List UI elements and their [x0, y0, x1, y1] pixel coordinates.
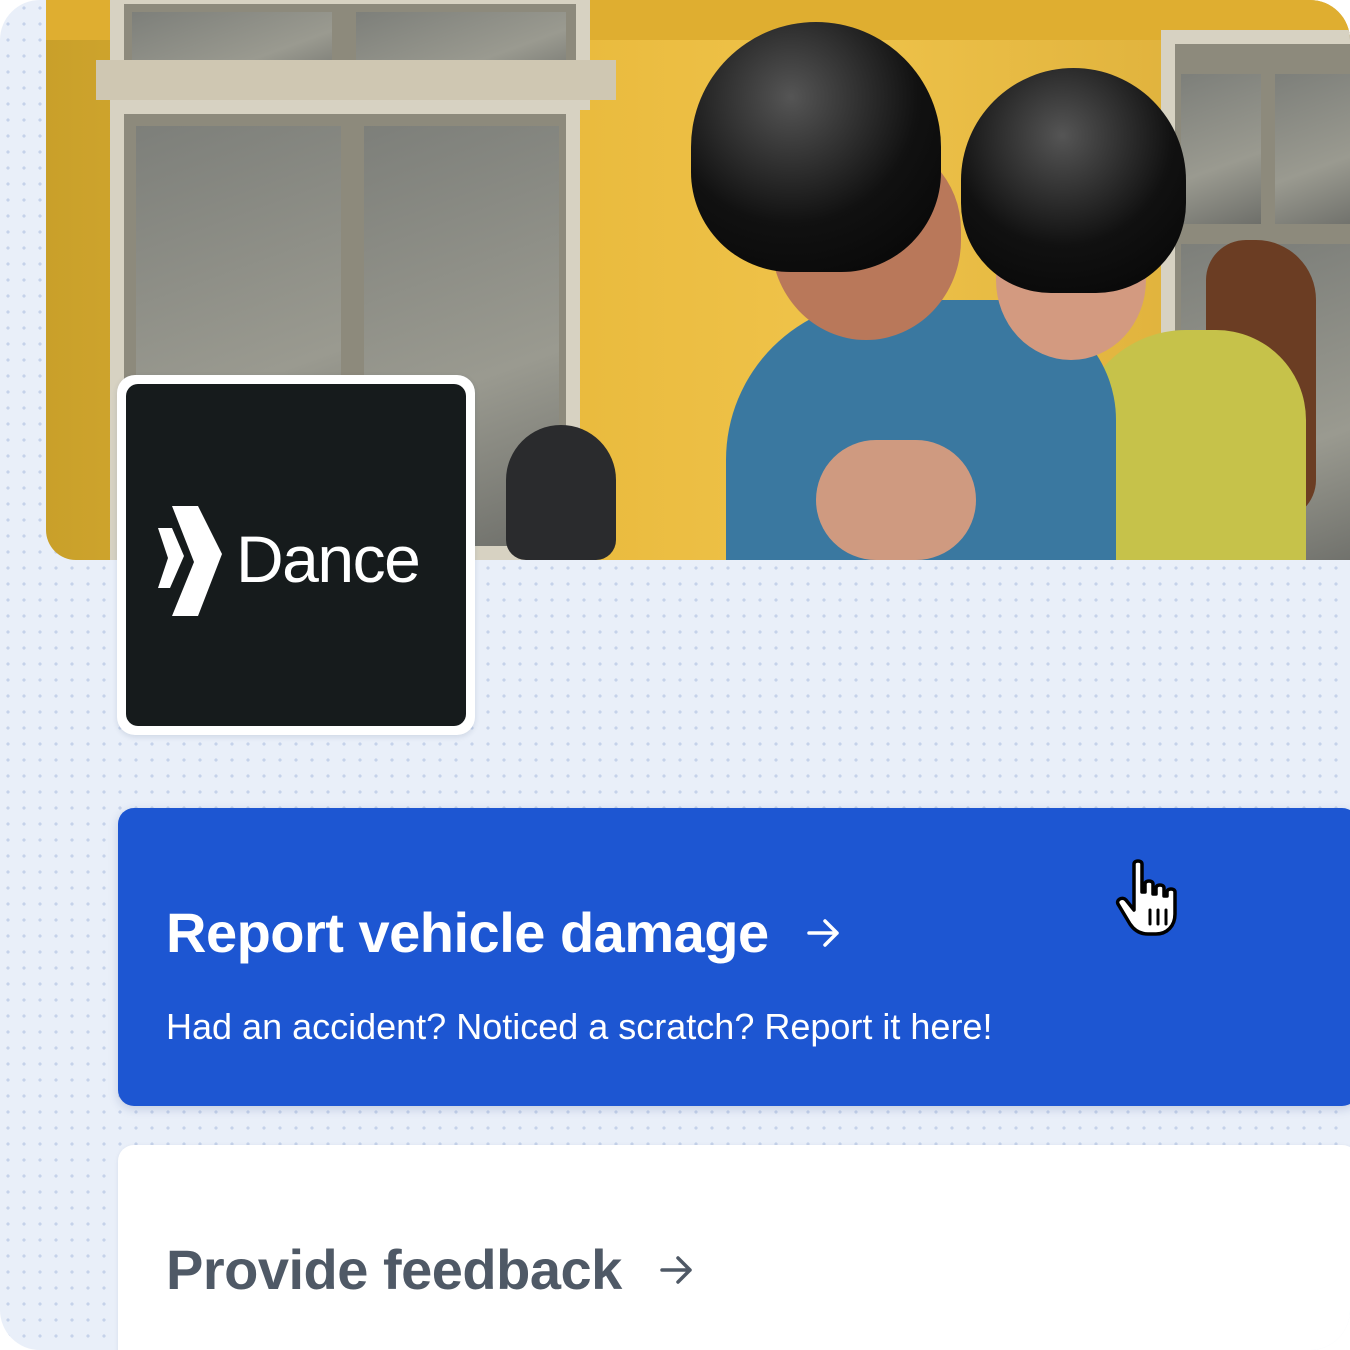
hand-pointer-icon — [1115, 859, 1177, 936]
report-damage-card[interactable]: Report vehicle damage Had an accident? N… — [118, 808, 1350, 1106]
helmet — [961, 68, 1186, 293]
brand-logo-card: Dance — [117, 375, 475, 735]
helmet — [691, 22, 941, 272]
brand-name: Dance — [236, 522, 421, 596]
scooter-mirror — [506, 425, 616, 560]
dance-logo-icon — [158, 506, 222, 616]
report-damage-description: Had an accident? Noticed a scratch? Repo… — [166, 1006, 993, 1047]
provide-feedback-card[interactable]: Provide feedback — [118, 1145, 1350, 1350]
report-damage-title: Report vehicle damage — [166, 901, 769, 964]
hands — [816, 440, 976, 560]
provide-feedback-title: Provide feedback — [166, 1238, 622, 1301]
page-canvas: Dance Report vehicle damage Had an accid… — [0, 0, 1350, 1350]
arrow-right-icon — [660, 1255, 692, 1284]
brand-logo: Dance — [126, 384, 466, 726]
arrow-right-icon — [806, 918, 839, 947]
